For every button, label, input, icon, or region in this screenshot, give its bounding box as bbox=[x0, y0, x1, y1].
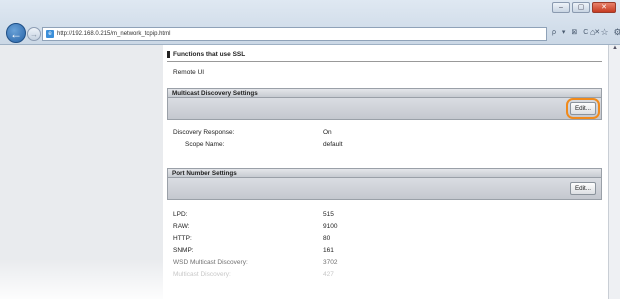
port-label: SNMP: bbox=[173, 247, 194, 254]
forward-arrow-icon[interactable]: → bbox=[27, 27, 41, 41]
url-text: http://192.168.0.215/m_network_tcpip.htm… bbox=[57, 31, 171, 37]
port-row-wsd-multicast: WSD Multicast Discovery: 3702 bbox=[173, 259, 573, 268]
port-value: 427 bbox=[323, 271, 334, 278]
port-row-snmp: SNMP: 161 bbox=[173, 247, 573, 256]
port-row-multicast-discovery: Multicast Discovery: 427 bbox=[173, 271, 573, 280]
port-row-http: HTTP: 80 bbox=[173, 235, 573, 244]
scope-name-row: Scope Name: default bbox=[173, 141, 573, 150]
port-label: Multicast Discovery: bbox=[173, 271, 231, 278]
main-content: Functions that use SSL Remote UI Multica… bbox=[163, 45, 608, 299]
port-label: RAW: bbox=[173, 223, 190, 230]
port-number-header: Port Number Settings bbox=[167, 168, 602, 178]
port-toolbar: Edit... bbox=[167, 178, 602, 200]
port-row-raw: RAW: 9100 bbox=[173, 223, 573, 232]
back-arrow-icon[interactable]: ← bbox=[6, 23, 26, 43]
port-value: 80 bbox=[323, 235, 331, 242]
vertical-scrollbar[interactable]: ▲ bbox=[608, 45, 620, 299]
port-row-lpd: LPD: 515 bbox=[173, 211, 573, 220]
discovery-response-row: Discovery Response: On bbox=[173, 129, 573, 138]
port-label: LPD: bbox=[173, 211, 188, 218]
multicast-toolbar: Edit... bbox=[167, 98, 602, 120]
edit-button-highlight bbox=[566, 98, 600, 119]
ssl-item-remote-ui: Remote UI bbox=[173, 69, 205, 76]
page-viewport: Functions that use SSL Remote UI Multica… bbox=[0, 45, 620, 299]
close-button[interactable]: ✕ bbox=[592, 2, 616, 13]
port-label: WSD Multicast Discovery: bbox=[173, 259, 248, 266]
gear-icon[interactable]: ⚙ bbox=[614, 27, 620, 38]
home-icon[interactable]: ⌂ bbox=[590, 27, 595, 38]
address-bar[interactable]: e http://192.168.0.215/m_network_tcpip.h… bbox=[42, 27, 547, 41]
scroll-up-arrow-icon[interactable]: ▲ bbox=[609, 45, 620, 54]
toolbar-icons: ⌂ ☆ ⚙ bbox=[590, 27, 620, 38]
heading-divider bbox=[167, 61, 602, 62]
discovery-response-value: On bbox=[323, 129, 332, 136]
scope-name-label: Scope Name: bbox=[185, 141, 225, 148]
ssl-heading: Functions that use SSL bbox=[167, 51, 602, 58]
port-value: 9100 bbox=[323, 223, 338, 230]
minimize-button[interactable]: – bbox=[552, 2, 570, 13]
maximize-button[interactable]: ▢ bbox=[572, 2, 590, 13]
scope-name-value: default bbox=[323, 141, 343, 148]
star-icon[interactable]: ☆ bbox=[600, 27, 608, 38]
port-value: 3702 bbox=[323, 259, 338, 266]
left-navigation-pane bbox=[0, 45, 163, 299]
page-favicon-icon: e bbox=[46, 30, 54, 38]
port-edit-button[interactable]: Edit... bbox=[570, 182, 596, 195]
window-controls: – ▢ ✕ bbox=[552, 2, 616, 13]
browser-chrome: – ▢ ✕ ← → e http://192.168.0.215/m_netwo… bbox=[0, 0, 620, 45]
discovery-response-label: Discovery Response: bbox=[173, 129, 235, 136]
port-label: HTTP: bbox=[173, 235, 192, 242]
port-value: 515 bbox=[323, 211, 334, 218]
multicast-discovery-header: Multicast Discovery Settings bbox=[167, 88, 602, 98]
port-value: 161 bbox=[323, 247, 334, 254]
